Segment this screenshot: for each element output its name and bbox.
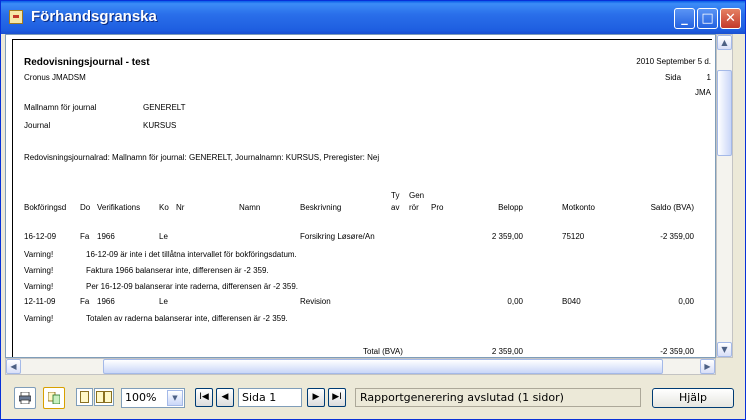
row-date: 16-12-09 bbox=[24, 232, 57, 241]
col-type-bottom: av bbox=[391, 203, 400, 212]
row-date: 12-11-09 bbox=[24, 297, 56, 306]
col-type-top: Ty bbox=[391, 191, 400, 200]
col-amount: Belopp bbox=[498, 203, 523, 212]
horizontal-scroll-thumb[interactable] bbox=[103, 359, 663, 374]
col-nr: Nr bbox=[176, 203, 185, 212]
horizontal-scrollbar[interactable]: ◀ ▶ bbox=[5, 358, 716, 375]
first-page-button[interactable]: I◀ bbox=[195, 388, 213, 407]
page-label: Sida bbox=[665, 73, 682, 82]
maximize-button[interactable]: □ bbox=[697, 8, 718, 29]
col-gen-top: Gen bbox=[409, 191, 425, 200]
row-contra: 75120 bbox=[562, 232, 585, 241]
one-page-button[interactable] bbox=[76, 388, 93, 406]
total-balance: -2 359,00 bbox=[660, 347, 694, 356]
chevron-down-icon[interactable]: ▼ bbox=[167, 390, 183, 406]
warning-text: Faktura 1966 balanserar inte, differense… bbox=[86, 266, 269, 275]
warning-label: Varning! bbox=[24, 282, 54, 291]
report-title: Redovisningsjournal - test bbox=[24, 57, 150, 68]
close-button[interactable]: ✕ bbox=[720, 8, 741, 29]
col-doc: Do bbox=[80, 203, 91, 212]
warning-text: Totalen av raderna balanserar inte, diff… bbox=[86, 314, 288, 323]
zoom-value: 100% bbox=[125, 391, 157, 404]
two-page-icon bbox=[104, 391, 112, 403]
total-label: Total (BVA) bbox=[363, 347, 403, 356]
row-amount: 0,00 bbox=[507, 297, 523, 306]
col-pro: Pro bbox=[431, 203, 444, 212]
warning-text: 16-12-09 är inte i det tillåtna interval… bbox=[86, 250, 297, 259]
col-verif: Verifikations bbox=[97, 203, 141, 212]
status-text: Rapportgenerering avslutad (1 sidor) bbox=[355, 388, 641, 407]
two-page-icon bbox=[96, 391, 104, 403]
help-button[interactable]: Hjälp bbox=[652, 388, 734, 408]
zoom-select[interactable]: 100% ▼ bbox=[121, 388, 185, 408]
warning-label: Varning! bbox=[24, 250, 54, 259]
page-field[interactable]: Sida 1 bbox=[238, 388, 302, 407]
warning-text: Per 16-12-09 balanserar inte raderna, di… bbox=[86, 282, 298, 291]
scroll-right-icon[interactable]: ▶ bbox=[700, 359, 715, 374]
row-desc: Forsikring Løsøre/An bbox=[300, 232, 375, 241]
col-ko: Ko bbox=[159, 203, 169, 212]
report-viewport[interactable]: Redovisningsjournal - test Cronus JMADSM… bbox=[5, 34, 716, 358]
next-page-button[interactable]: ▶ bbox=[307, 388, 325, 407]
export-button[interactable] bbox=[43, 387, 65, 409]
scroll-down-icon[interactable]: ▼ bbox=[717, 342, 732, 357]
report-page: Redovisningsjournal - test Cronus JMADSM… bbox=[12, 39, 712, 357]
template-value: GENERELT bbox=[143, 103, 186, 112]
preview-toolbar: 100% ▼ I◀ ◀ Sida 1 ▶ ▶I Rapportgenererin… bbox=[1, 379, 745, 419]
print-icon bbox=[19, 392, 31, 404]
row-verif: 1966 bbox=[97, 297, 115, 306]
col-date: Bokföringsd bbox=[24, 203, 67, 212]
one-page-icon bbox=[80, 391, 89, 403]
user-id: JMA bbox=[695, 88, 711, 97]
row-balance: 0,00 bbox=[678, 297, 694, 306]
export-icon bbox=[48, 392, 60, 404]
row-desc: Revision bbox=[300, 297, 331, 306]
row-verif: 1966 bbox=[97, 232, 115, 241]
col-balance: Saldo (BVA) bbox=[650, 203, 694, 212]
company-name: Cronus JMADSM bbox=[24, 73, 86, 82]
journal-value: KURSUS bbox=[143, 121, 177, 130]
app-icon bbox=[9, 10, 23, 24]
journal-label: Journal bbox=[24, 121, 51, 130]
report-date: 2010 September 5 d. bbox=[636, 57, 711, 66]
scrollbar-corner bbox=[716, 358, 733, 375]
preview-window: Förhandsgranska _ □ ✕ Redovisningsjourna… bbox=[0, 0, 746, 420]
prev-page-button[interactable]: ◀ bbox=[216, 388, 234, 407]
row-ko: Le bbox=[159, 297, 168, 306]
template-label: Mallnamn för journal bbox=[24, 103, 97, 112]
title-bar[interactable]: Förhandsgranska _ □ ✕ bbox=[1, 1, 745, 34]
last-page-button[interactable]: ▶I bbox=[328, 388, 346, 407]
row-amount: 2 359,00 bbox=[491, 232, 523, 241]
vertical-scroll-thumb[interactable] bbox=[717, 70, 732, 156]
row-doc: Fa bbox=[80, 232, 90, 241]
row-doc: Fa bbox=[80, 297, 90, 306]
scroll-up-icon[interactable]: ▲ bbox=[717, 35, 732, 50]
row-ko: Le bbox=[159, 232, 168, 241]
col-contra: Motkonto bbox=[562, 203, 595, 212]
filter-text: Redovisningsjournalrad: Mallnamn för jou… bbox=[24, 153, 380, 162]
print-button[interactable] bbox=[14, 387, 36, 409]
scroll-left-icon[interactable]: ◀ bbox=[6, 359, 21, 374]
row-contra: B040 bbox=[562, 297, 581, 306]
warning-label: Varning! bbox=[24, 314, 54, 323]
two-page-button[interactable] bbox=[94, 388, 114, 406]
row-balance: -2 359,00 bbox=[660, 232, 694, 241]
col-name: Namn bbox=[239, 203, 261, 212]
total-amount: 2 359,00 bbox=[491, 347, 523, 356]
warning-label: Varning! bbox=[24, 266, 54, 275]
page-number: 1 bbox=[706, 73, 711, 82]
minimize-button[interactable]: _ bbox=[674, 8, 695, 29]
vertical-scrollbar[interactable]: ▲ ▼ bbox=[716, 34, 733, 358]
col-gen-bottom: rör bbox=[409, 203, 419, 212]
window-title: Förhandsgranska bbox=[31, 8, 157, 25]
col-desc: Beskrivning bbox=[300, 203, 342, 212]
